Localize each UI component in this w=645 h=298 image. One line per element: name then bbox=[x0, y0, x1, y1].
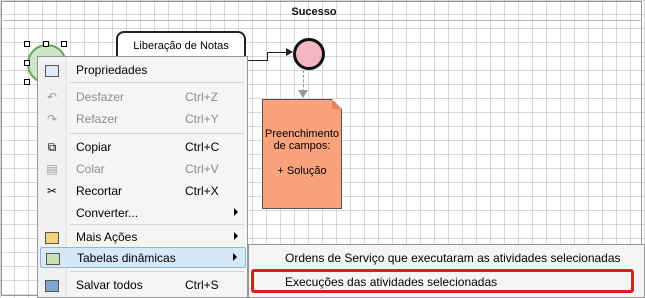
submenu-arrow-icon bbox=[234, 208, 238, 216]
undo-icon: ↶ bbox=[46, 90, 58, 104]
task-label: Liberação de Notas bbox=[133, 40, 229, 52]
menu-item-refazer[interactable]: ↷ Refazer Ctrl+Y bbox=[40, 109, 246, 129]
association-line bbox=[303, 70, 304, 92]
selection-handle[interactable] bbox=[61, 41, 67, 47]
lane-title: Sucesso bbox=[291, 6, 337, 18]
cut-icon: ✂ bbox=[46, 184, 58, 198]
menu-item-mais-acoes[interactable]: Mais Ações bbox=[40, 227, 246, 247]
sequence-flow[interactable] bbox=[246, 60, 268, 61]
menu-item-salvar-todos[interactable]: Salvar todos Ctrl+S bbox=[40, 275, 246, 295]
note-line: Preenchimento bbox=[265, 128, 339, 140]
menu-item-copiar[interactable]: ⧉ Copiar Ctrl+C bbox=[40, 137, 246, 157]
paste-icon: ▤ bbox=[46, 162, 58, 176]
submenu-arrow-icon bbox=[233, 253, 237, 261]
submenu-item-ordens-de-servico[interactable]: Ordens de Serviço que executaram as ativ… bbox=[251, 247, 641, 269]
sequence-flow bbox=[267, 52, 268, 60]
menu-item-tabelas-dinamicas[interactable]: Tabelas dinâmicas bbox=[40, 247, 246, 268]
save-all-icon bbox=[44, 277, 60, 293]
selection-handle[interactable] bbox=[24, 79, 30, 85]
selection-handle[interactable] bbox=[43, 41, 49, 47]
menu-item-converter[interactable]: Converter... bbox=[40, 203, 246, 223]
end-event[interactable] bbox=[293, 38, 325, 70]
arrowhead-icon bbox=[298, 90, 308, 98]
context-menu: Propriedades ↶ Desfazer Ctrl+Z ↷ Refazer… bbox=[37, 56, 248, 298]
properties-icon bbox=[44, 62, 60, 78]
note-line: + Solução bbox=[277, 165, 327, 177]
menu-item-recortar[interactable]: ✂ Recortar Ctrl+X bbox=[40, 181, 246, 201]
lane-divider bbox=[3, 20, 642, 21]
menu-item-colar[interactable]: ▤ Colar Ctrl+V bbox=[40, 159, 246, 179]
menu-separator bbox=[70, 133, 244, 134]
menu-separator bbox=[70, 224, 244, 225]
selection-handle[interactable] bbox=[24, 60, 30, 66]
redo-icon: ↷ bbox=[46, 112, 58, 126]
annotation-note[interactable]: Preenchimento de campos: + Solução bbox=[262, 99, 342, 209]
note-fold bbox=[332, 99, 342, 109]
selection-handle[interactable] bbox=[24, 41, 30, 47]
pivot-table-icon bbox=[45, 250, 61, 266]
menu-separator bbox=[70, 82, 244, 83]
submenu-arrow-icon bbox=[234, 232, 238, 240]
copy-icon: ⧉ bbox=[47, 140, 57, 154]
highlight-annotation-box bbox=[251, 269, 634, 293]
arrowhead-icon bbox=[286, 48, 293, 56]
menu-item-desfazer[interactable]: ↶ Desfazer Ctrl+Z bbox=[40, 87, 246, 107]
more-actions-icon bbox=[44, 229, 60, 245]
menu-separator bbox=[70, 271, 244, 272]
sequence-flow bbox=[267, 52, 287, 53]
note-line: de campos: bbox=[273, 140, 331, 152]
menu-item-propriedades[interactable]: Propriedades bbox=[40, 60, 246, 80]
